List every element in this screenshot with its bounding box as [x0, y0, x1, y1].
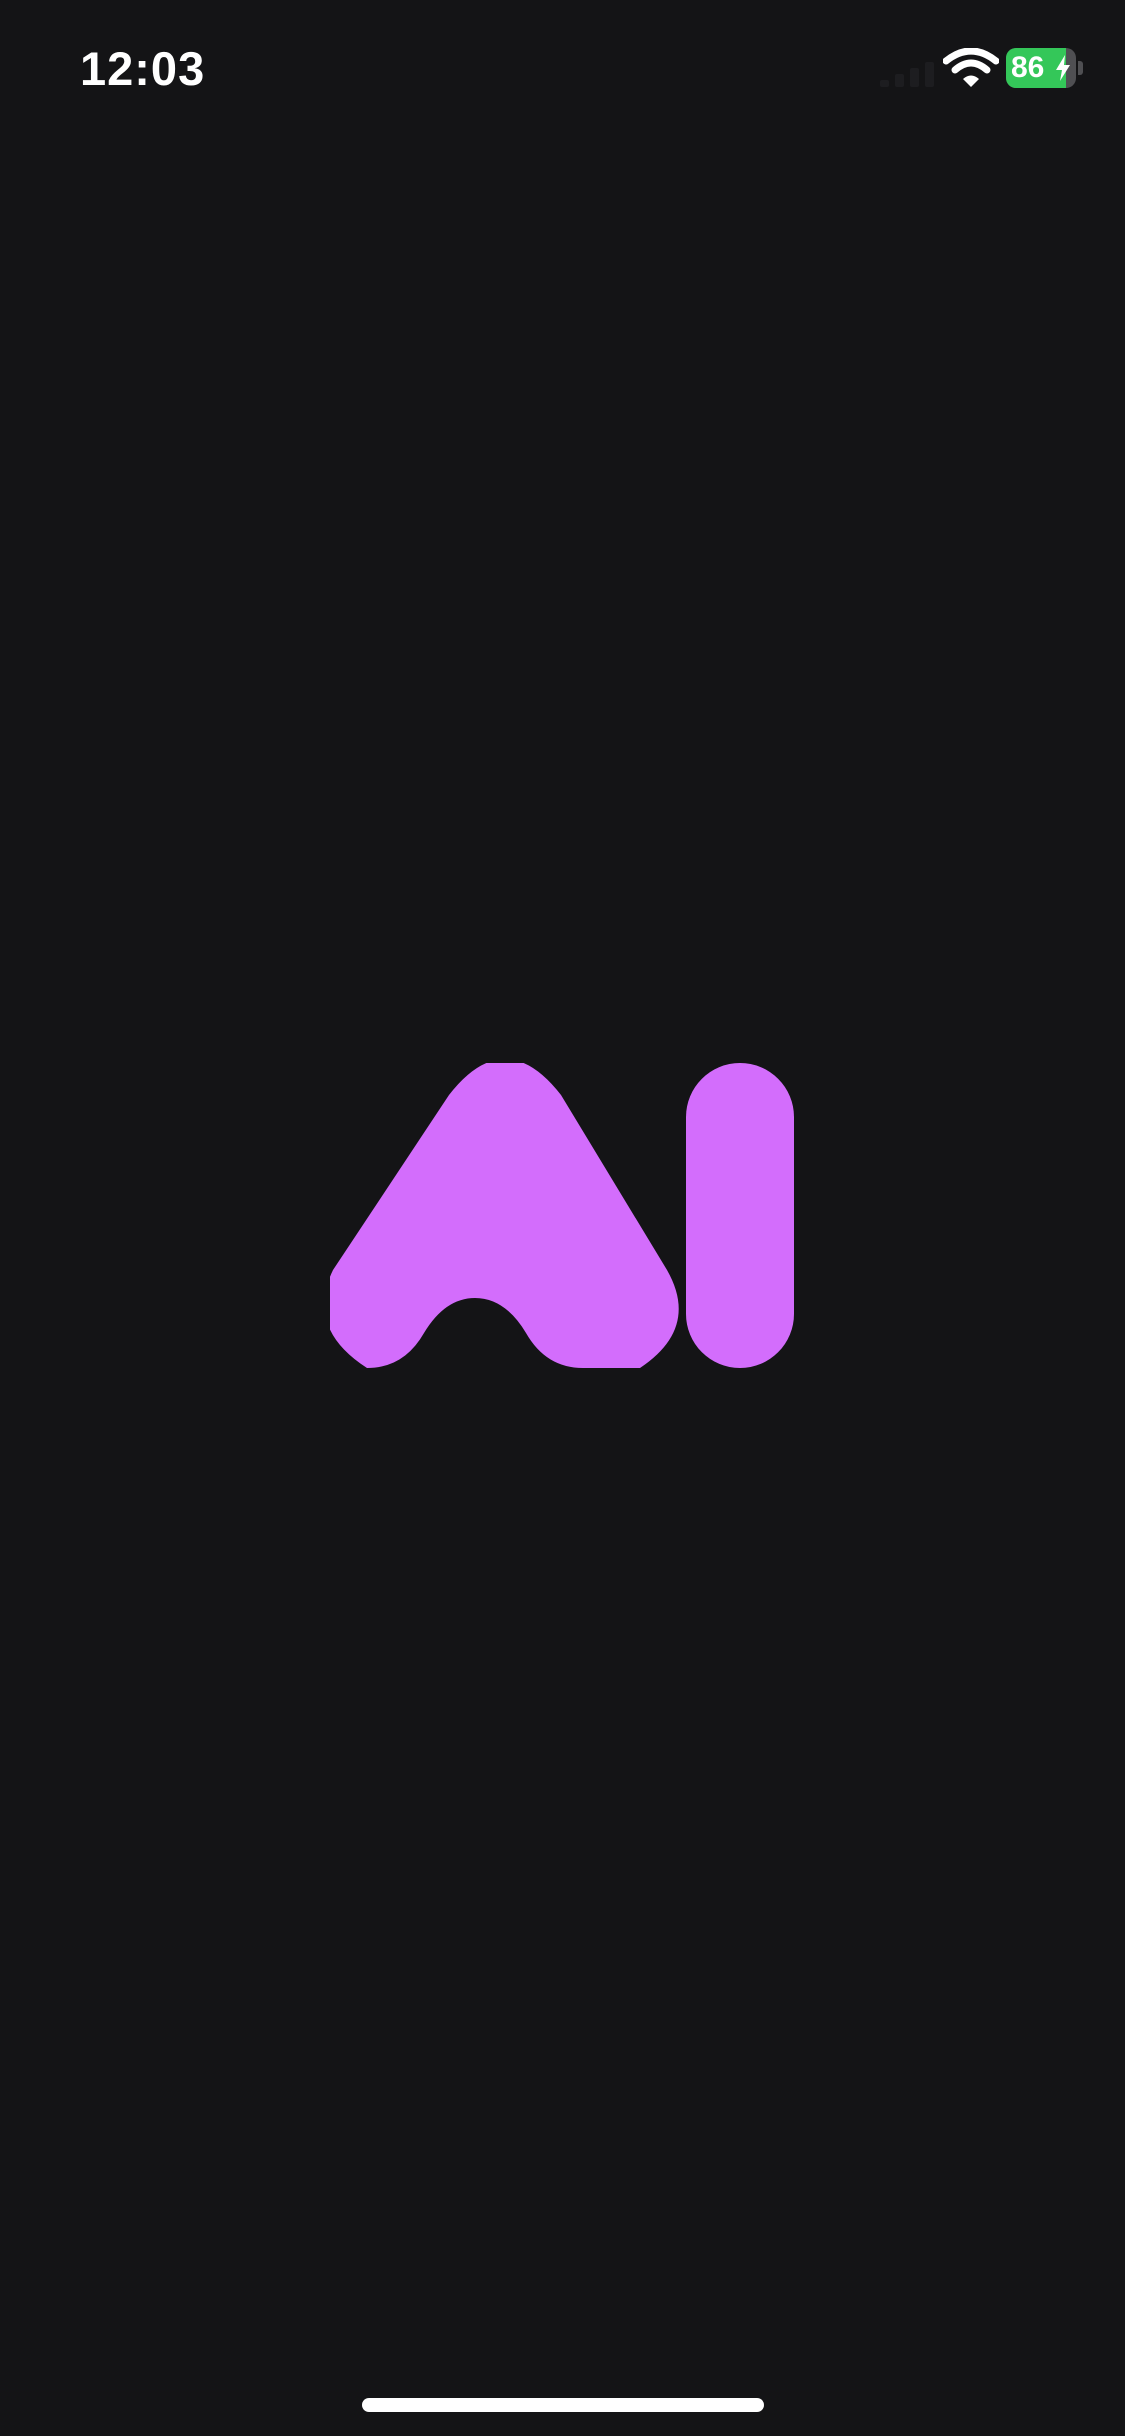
- logo-letter-i: [686, 1063, 794, 1368]
- status-time: 12:03: [80, 42, 206, 95]
- cellular-signal-icon: [880, 62, 934, 87]
- wifi-icon: [943, 48, 999, 87]
- home-indicator[interactable]: [362, 2398, 764, 2412]
- status-bar: 12:03 86: [0, 0, 1125, 140]
- battery-percent: 86: [1011, 51, 1045, 84]
- ai-logo-icon: [330, 1063, 794, 1368]
- battery-indicator: 86: [1006, 48, 1083, 88]
- battery-body: 86: [1006, 48, 1076, 88]
- logo-letter-a: [330, 1063, 679, 1368]
- battery-cap: [1078, 61, 1083, 75]
- charging-bolt-icon: [1056, 55, 1070, 81]
